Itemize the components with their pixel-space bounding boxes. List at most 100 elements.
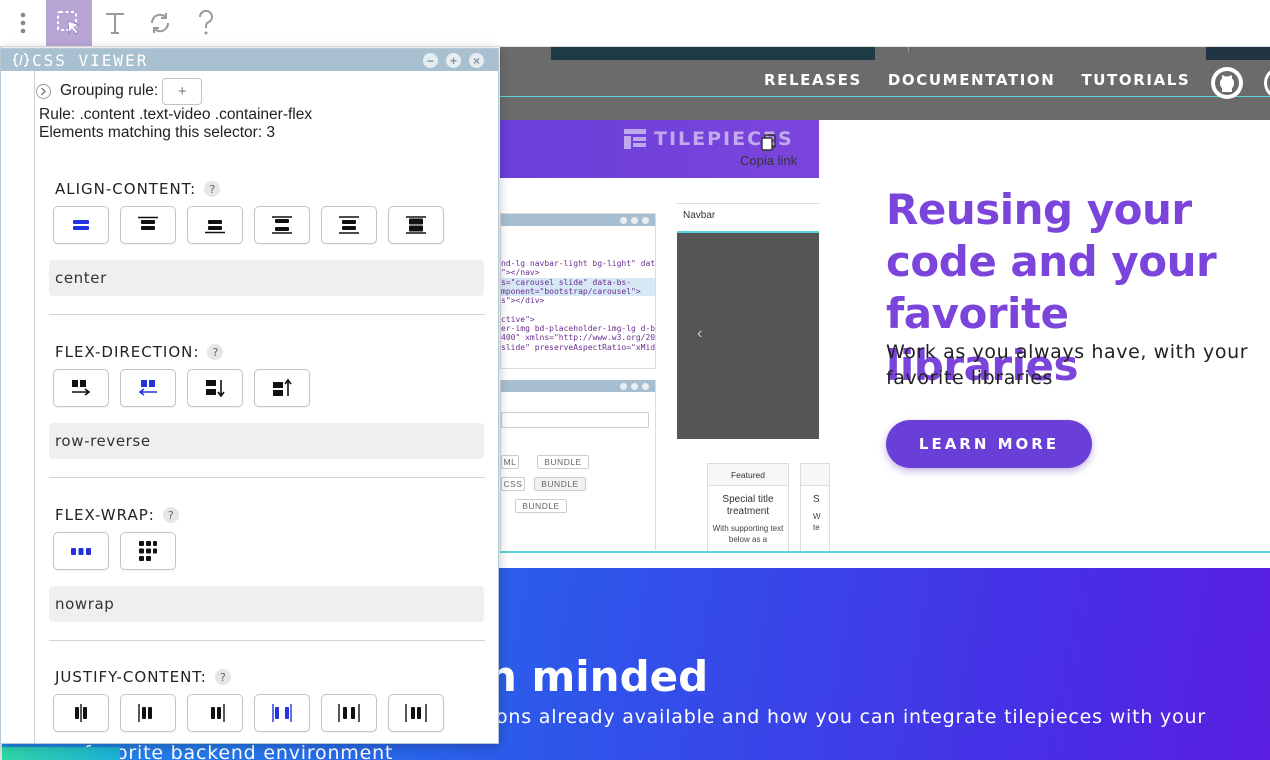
navbar-tick: [908, 47, 909, 52]
card-caption: Featured: [708, 464, 788, 486]
grouping-rule-row: Grouping rule: +: [36, 77, 203, 105]
justify-content-space-around-button[interactable]: [321, 694, 377, 732]
copy-link-button[interactable]: Copia link: [740, 134, 797, 168]
text-tool-button[interactable]: [92, 0, 138, 46]
justify-content-start-button[interactable]: [120, 694, 176, 732]
card-title: Special title treatment: [722, 494, 774, 517]
more-options-button[interactable]: [0, 0, 46, 46]
direction-row-icon: [72, 380, 91, 396]
flex-direction-column-button[interactable]: [187, 369, 243, 407]
section-subtitle-2: favorite backend environment: [84, 742, 394, 760]
close-button[interactable]: ×: [469, 53, 484, 68]
help-icon[interactable]: ?: [204, 181, 221, 197]
align-content-end-button[interactable]: [187, 206, 243, 244]
flex-direction-label: FLEX-DIRECTION:: [55, 343, 200, 361]
mock-card: Featured Special title treatment With su…: [707, 463, 789, 553]
mock-tag: BUNDLE: [515, 499, 567, 513]
viewer-gutter-line: [34, 71, 35, 743]
flex-direction-row-reverse-button[interactable]: [120, 369, 176, 407]
align-content-value[interactable]: center: [49, 260, 484, 296]
mock-code: nd-lg navbar-light bg-light" data-tilepi…: [501, 226, 655, 352]
copy-link-label: Copia link: [740, 153, 798, 168]
separator: [49, 314, 485, 315]
align-start-icon: [138, 216, 158, 230]
add-grouping-rule-button[interactable]: +: [162, 77, 203, 105]
help-icon[interactable]: ?: [207, 344, 224, 360]
expand-grouping-icon[interactable]: [36, 83, 51, 99]
mock-tag: ML: [501, 455, 519, 469]
learn-more-button[interactable]: LEARN MORE: [886, 420, 1092, 468]
css-viewer-title: CSS VIEWER: [32, 50, 149, 70]
wrap-wrap-icon: [139, 541, 157, 561]
flex-direction-row-button[interactable]: [53, 369, 109, 407]
text-T-icon: [106, 13, 124, 34]
code-line: s"></div>: [501, 296, 545, 306]
wrap-nowrap-icon: [71, 548, 91, 555]
nav-link-tutorials[interactable]: TUTORIALS: [1081, 71, 1190, 89]
justify-content-options: [53, 694, 444, 732]
code-line: 400" xmlns="http://www.w3.org/2000/svg": [501, 333, 656, 343]
mock-panel-header: [501, 214, 655, 226]
justify-content-label-wrap: JUSTIFY-CONTENT: ?: [55, 668, 231, 686]
flex-wrap-label-wrap: FLEX-WRAP: ?: [55, 506, 179, 524]
section-title: n minded: [487, 652, 709, 701]
justify-center-icon: [75, 704, 87, 722]
flex-wrap-nowrap-button[interactable]: [53, 532, 109, 570]
refresh-button[interactable]: [137, 0, 183, 46]
justify-space-evenly-icon: [405, 704, 427, 722]
mock-library-panel: ML BUNDLE CSS BUNDLE BUNDLE: [500, 380, 656, 550]
mock-panel-header: [501, 380, 655, 392]
justify-space-between-icon: [272, 704, 292, 722]
direction-column-reverse-icon: [273, 378, 292, 396]
align-space-around-icon: [339, 216, 359, 234]
refresh-icon: [150, 13, 170, 33]
help-button[interactable]: [183, 0, 229, 46]
flex-wrap-value[interactable]: nowrap: [49, 586, 484, 622]
align-space-between-icon: [272, 216, 292, 234]
justify-content-end-button[interactable]: [187, 694, 243, 732]
separator: [49, 640, 485, 641]
align-content-space-around-button[interactable]: [321, 206, 377, 244]
select-element-button[interactable]: [46, 0, 92, 46]
separator: [49, 477, 485, 478]
github-icon[interactable]: [1211, 67, 1243, 99]
minimize-button[interactable]: −: [423, 53, 438, 68]
flex-direction-column-reverse-button[interactable]: [254, 369, 310, 407]
select-pointer-icon: [57, 11, 81, 35]
flex-direction-value[interactable]: row-reverse: [49, 423, 484, 459]
nav-link-releases[interactable]: RELEASES: [764, 71, 862, 89]
code-line: ctive">: [501, 314, 535, 324]
css-viewer-panel: CSS VIEWER − + × Grouping rule: + Rule: …: [0, 48, 499, 744]
code-line: slide" preserveAspectRatio="xMidYMid: [501, 342, 656, 352]
card-title: S: [813, 494, 820, 505]
align-content-stretch-button[interactable]: [388, 206, 444, 244]
rule-selector: Rule: .content .text-video .container-fl…: [39, 106, 313, 123]
align-content-center-button[interactable]: [53, 206, 109, 244]
maximize-button[interactable]: +: [446, 53, 461, 68]
nav-link-documentation[interactable]: DOCUMENTATION: [888, 71, 1056, 89]
justify-content-space-between-button[interactable]: [254, 694, 310, 732]
code-line: er-img bd-placeholder-img-lg d-block w-: [501, 324, 656, 334]
help-icon[interactable]: ?: [162, 507, 179, 523]
mock-header-banner: TILEPIECES Copia link: [500, 120, 819, 178]
css-brackets-icon: [13, 53, 29, 67]
flex-direction-label-wrap: FLEX-DIRECTION: ?: [55, 343, 224, 361]
align-content-space-between-button[interactable]: [254, 206, 310, 244]
align-end-icon: [205, 220, 225, 234]
justify-space-around-icon: [338, 704, 360, 722]
justify-content-space-evenly-button[interactable]: [388, 694, 444, 732]
question-mark-icon: [198, 10, 213, 35]
code-line-highlight: mponent="bootstrap/carousel">: [501, 286, 655, 297]
code-line: "></nav>: [501, 268, 540, 278]
help-icon[interactable]: ?: [214, 669, 231, 685]
align-stretch-icon: [406, 216, 426, 234]
github-mark: [1215, 71, 1239, 95]
mock-tag: BUNDLE: [537, 455, 589, 469]
justify-content-center-button[interactable]: [53, 694, 109, 732]
editor-screenshot-mockup: nd-lg navbar-light bg-light" data-tilepi…: [500, 178, 830, 553]
code-line-highlight: s="carousel slide" data-bs-: [501, 277, 655, 287]
flex-wrap-wrap-button[interactable]: [120, 532, 176, 570]
align-content-start-button[interactable]: [120, 206, 176, 244]
site-nav-links: RELEASES DOCUMENTATION TUTORIALS: [764, 71, 1190, 89]
css-viewer-header[interactable]: CSS VIEWER − + ×: [1, 49, 498, 71]
